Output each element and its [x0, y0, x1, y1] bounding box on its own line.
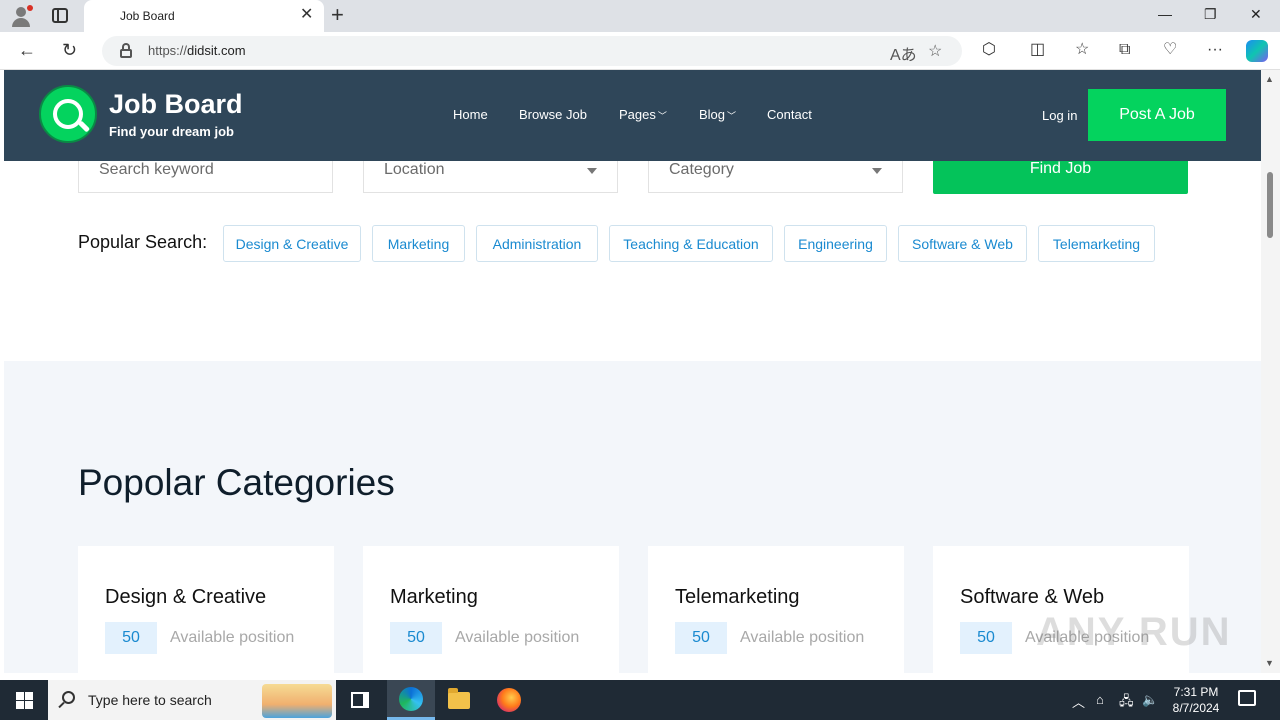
search-icon	[62, 691, 75, 704]
browser-tab-strip: Job Board ✕ + — ❐ ✕	[0, 0, 1280, 32]
taskbar-firefox[interactable]	[485, 680, 533, 720]
chevron-down-icon: ﹀	[727, 111, 737, 121]
position-count-badge: 50	[390, 622, 442, 654]
location-placeholder: Location	[384, 161, 445, 178]
notification-icon[interactable]	[1238, 690, 1256, 706]
category-placeholder: Category	[669, 161, 734, 178]
category-name: Design & Creative	[105, 586, 267, 608]
new-tab-icon[interactable]: +	[331, 3, 344, 27]
volume-icon[interactable]: 🔈	[1142, 692, 1158, 708]
refresh-icon[interactable]: ↻	[62, 40, 77, 60]
browser-tab-active[interactable]: Job Board ✕	[84, 0, 324, 32]
popular-tag[interactable]: Design & Creative	[223, 225, 361, 262]
taskbar-file-explorer[interactable]	[435, 680, 483, 720]
popular-tag[interactable]: Administration	[476, 225, 598, 262]
taskbar-search-box[interactable]: Type here to search	[48, 680, 336, 720]
more-menu-icon[interactable]: ···	[1207, 40, 1223, 60]
scroll-down-icon[interactable]: ▼	[1265, 658, 1274, 668]
url-text: https://didsit.com	[148, 43, 246, 58]
dropdown-arrow-icon	[872, 168, 882, 174]
search-highlight-image	[262, 684, 332, 718]
folder-icon	[448, 687, 470, 709]
available-position-label: Available position	[455, 629, 580, 646]
login-link[interactable]: Log in	[1042, 108, 1077, 123]
windows-taskbar: Type here to search ︿ ⌂ 🖧 🔈 7:31 PM 8/7/…	[0, 680, 1280, 720]
popular-search-label: Popular Search:	[78, 232, 208, 252]
tab-actions-icon[interactable]	[52, 8, 68, 23]
favorite-star-icon[interactable]: ☆	[928, 41, 942, 61]
profile-icon[interactable]	[10, 5, 33, 27]
available-position-label: Available position	[740, 629, 865, 646]
scrollbar-thumb[interactable]	[1267, 172, 1273, 238]
page-scrollbar[interactable]: ▲ ▼	[1261, 70, 1280, 673]
nav-blog[interactable]: Blog ﹀	[699, 107, 736, 122]
favorites-icon[interactable]: ☆	[1075, 40, 1089, 60]
task-view-icon	[351, 692, 369, 708]
nav-contact[interactable]: Contact	[767, 107, 812, 122]
taskbar-search-text: Type here to search	[88, 692, 212, 708]
category-name: Telemarketing	[675, 586, 800, 608]
nav-browse-job[interactable]: Browse Job	[519, 107, 587, 122]
popular-tag[interactable]: Engineering	[784, 225, 887, 262]
popular-tag[interactable]: Teaching & Education	[609, 225, 773, 262]
brand-tagline: Find your dream job	[109, 124, 234, 139]
system-clock[interactable]: 7:31 PM 8/7/2024	[1168, 684, 1224, 716]
post-job-button[interactable]: Post A Job	[1088, 89, 1226, 141]
category-name: Software & Web	[960, 586, 1105, 608]
extensions-icon[interactable]: ⬡	[982, 40, 996, 60]
tray-chevron-up-icon[interactable]: ︿	[1072, 692, 1085, 711]
site-header: Job Board Find your dream job Home Brows…	[4, 70, 1261, 161]
windows-start-icon[interactable]	[16, 692, 33, 709]
restore-icon[interactable]: ❐	[1204, 6, 1217, 23]
popular-tag[interactable]: Software & Web	[898, 225, 1027, 262]
available-position-label: Available position	[170, 629, 295, 646]
popular-tag[interactable]: Telemarketing	[1038, 225, 1155, 262]
scroll-up-icon[interactable]: ▲	[1265, 74, 1274, 84]
close-tab-icon[interactable]: ✕	[300, 7, 313, 23]
dropdown-arrow-icon	[587, 168, 597, 174]
popular-tag[interactable]: Marketing	[372, 225, 465, 262]
taskbar-edge[interactable]	[387, 680, 435, 720]
close-window-icon[interactable]: ✕	[1250, 6, 1262, 23]
copilot-icon[interactable]	[1246, 40, 1268, 62]
collections-icon[interactable]: ⧉	[1119, 40, 1130, 60]
browser-essentials-icon[interactable]: ♡	[1163, 40, 1177, 60]
read-aloud-icon[interactable]: Aあ	[890, 41, 917, 65]
lock-icon[interactable]	[120, 43, 132, 58]
position-count-badge: 50	[105, 622, 157, 654]
keyword-placeholder: Search keyword	[99, 161, 214, 178]
category-card[interactable]: Design & Creative 50 Available position	[78, 546, 334, 673]
edge-icon	[399, 686, 423, 711]
position-count-badge: 50	[675, 622, 727, 654]
firefox-icon	[497, 688, 521, 712]
category-name: Marketing	[390, 586, 478, 608]
logo-search-icon[interactable]	[39, 85, 97, 143]
position-count-badge: 50	[960, 622, 1012, 654]
nav-home[interactable]: Home	[453, 107, 488, 122]
brand-name[interactable]: Job Board	[109, 89, 243, 120]
nav-pages[interactable]: Pages ﹀	[619, 107, 667, 122]
section-title: Popolar Categories	[78, 462, 395, 503]
category-card[interactable]: Marketing 50 Available position	[363, 546, 619, 673]
category-card[interactable]: Telemarketing 50 Available position	[648, 546, 904, 673]
split-screen-icon[interactable]: ◫	[1030, 40, 1045, 60]
url-field[interactable]: https://didsit.com Aあ ☆	[102, 36, 962, 66]
network-icon[interactable]: 🖧	[1119, 692, 1134, 714]
tab-title: Job Board	[120, 9, 175, 23]
clock-date: 8/7/2024	[1172, 701, 1220, 715]
anyrun-watermark: ANY RUN	[1036, 610, 1232, 654]
chevron-down-icon: ﹀	[657, 111, 667, 121]
back-icon[interactable]: ←	[18, 40, 36, 60]
task-view-button[interactable]	[336, 680, 384, 720]
clock-time: 7:31 PM	[1173, 685, 1219, 699]
page-viewport: Job Board Find your dream job Home Brows…	[4, 70, 1261, 673]
minimize-icon[interactable]: —	[1158, 6, 1172, 22]
tray-device-icon[interactable]: ⌂	[1096, 692, 1104, 707]
